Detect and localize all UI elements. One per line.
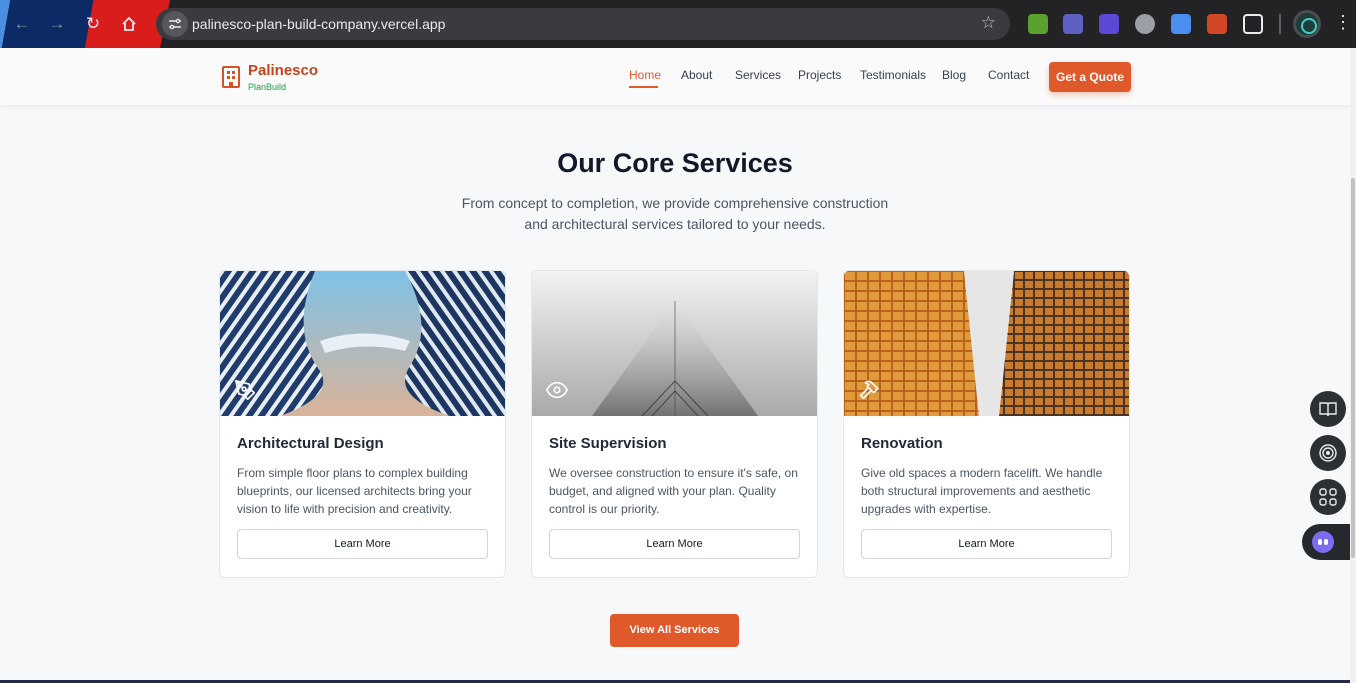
card-title: Renovation <box>861 435 943 452</box>
extensions-icon[interactable] <box>1243 14 1263 34</box>
architecture-photo <box>220 271 505 416</box>
shield-extension-icon[interactable] <box>1099 14 1119 34</box>
nav-testimonials[interactable]: Testimonials <box>860 68 926 82</box>
nav-services[interactable]: Services <box>735 68 781 82</box>
section-description: From concept to completion, we provide c… <box>461 195 889 232</box>
skyscraper-fog-photo <box>532 271 817 416</box>
bookmark-star-icon[interactable]: ☆ <box>981 13 996 33</box>
card-title: Site Supervision <box>549 435 667 452</box>
toolbar-divider <box>1279 14 1281 34</box>
browser-toolbar: ← → ↻ palinesco-plan-build-company.verce… <box>0 0 1356 48</box>
back-icon[interactable]: ← <box>10 12 34 36</box>
assistant-button[interactable] <box>1302 524 1356 560</box>
glass-towers-photo <box>844 271 1129 416</box>
brand-subtitle: PlanBuild <box>248 82 287 92</box>
hammer-icon <box>859 380 879 400</box>
forward-icon[interactable]: → <box>45 12 69 36</box>
broadcast-tool-button[interactable] <box>1310 435 1346 471</box>
brand-name[interactable]: Palinesco <box>248 62 318 79</box>
card-description: We oversee construction to ensure it's s… <box>549 466 798 516</box>
scrollbar-thumb[interactable] <box>1351 178 1355 558</box>
home-icon[interactable] <box>117 12 141 36</box>
learn-more-button[interactable]: Learn More <box>549 529 800 559</box>
powerpoint-extension-icon[interactable] <box>1207 14 1227 34</box>
url-text[interactable]: palinesco-plan-build-company.vercel.app <box>192 16 445 32</box>
building-logo-icon[interactable] <box>222 66 240 88</box>
glasses-extension-icon[interactable] <box>1063 14 1083 34</box>
apps-grid-icon <box>1319 488 1337 506</box>
nav-home[interactable]: Home <box>629 68 661 82</box>
camera-extension-icon[interactable] <box>1171 14 1191 34</box>
service-card-renovation: Renovation Give old spaces a modern face… <box>843 270 1130 578</box>
learn-more-button[interactable]: Learn More <box>861 529 1112 559</box>
address-bar[interactable]: palinesco-plan-build-company.vercel.app … <box>156 8 1010 40</box>
nav-active-indicator <box>629 86 658 88</box>
cloud-extension-icon[interactable] <box>1135 14 1155 34</box>
site-header: Palinesco PlanBuild Home About Services … <box>0 48 1350 105</box>
pen-tool-icon <box>235 380 255 400</box>
menu-icon[interactable]: ⋮ <box>1334 12 1352 33</box>
assistant-bot-icon <box>1312 531 1334 553</box>
nav-projects[interactable]: Projects <box>798 68 841 82</box>
broadcast-icon <box>1319 444 1337 462</box>
nav-blog[interactable]: Blog <box>942 68 966 82</box>
eye-icon <box>546 381 568 399</box>
card-description: From simple floor plans to complex build… <box>237 466 472 516</box>
card-title: Architectural Design <box>237 435 384 452</box>
profile-avatar[interactable] <box>1293 10 1321 38</box>
section-title: Our Core Services <box>557 148 793 178</box>
nav-about[interactable]: About <box>681 68 712 82</box>
book-icon <box>1319 402 1337 417</box>
apps-tool-button[interactable] <box>1310 479 1346 515</box>
reader-tool-button[interactable] <box>1310 391 1346 427</box>
service-card-site-supervision: Site Supervision We oversee construction… <box>531 270 818 578</box>
reload-icon[interactable]: ↻ <box>81 12 105 36</box>
view-all-services-button[interactable]: View All Services <box>610 614 739 647</box>
download-extension-icon[interactable] <box>1028 14 1048 34</box>
card-description: Give old spaces a modern facelift. We ha… <box>861 466 1103 516</box>
nav-contact[interactable]: Contact <box>988 68 1029 82</box>
service-card-architectural-design: Architectural Design From simple floor p… <box>219 270 506 578</box>
get-quote-button[interactable]: Get a Quote <box>1049 62 1131 92</box>
site-info-icon[interactable] <box>162 11 188 37</box>
learn-more-button[interactable]: Learn More <box>237 529 488 559</box>
